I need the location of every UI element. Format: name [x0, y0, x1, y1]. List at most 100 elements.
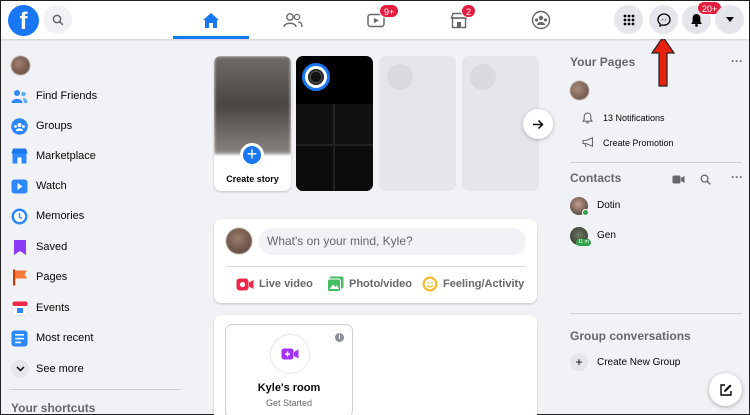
new-message-button[interactable] — [709, 373, 742, 406]
sidebar-item-events[interactable]: Events — [1, 293, 181, 323]
most-recent-icon — [11, 330, 28, 347]
sidebar-item-label: Memories — [36, 210, 85, 222]
sidebar-item-saved[interactable]: Saved — [1, 232, 181, 262]
sidebar-item-label: Events — [36, 302, 70, 314]
pages-icon — [11, 269, 28, 286]
search-icon[interactable] — [700, 174, 711, 185]
status-input[interactable]: What's on your mind, Kyle? — [259, 228, 526, 255]
sidebar-item-watch[interactable]: Watch — [1, 171, 181, 201]
profile-avatar[interactable] — [11, 56, 30, 75]
sidebar-item-label: Pages — [36, 271, 68, 283]
live-video-label: Live video — [259, 278, 313, 290]
video-call-icon[interactable] — [672, 175, 685, 184]
sidebar-item-label: Most recent — [36, 332, 94, 344]
create-story-card[interactable]: + Create story — [214, 56, 291, 191]
tab-home[interactable] — [173, 1, 249, 39]
create-promotion-link[interactable]: Create Promotion — [603, 138, 674, 148]
notifications-button[interactable]: 20+ — [682, 1, 723, 34]
tab-watch[interactable]: 9+ — [338, 1, 414, 39]
info-icon[interactable]: i — [335, 333, 344, 342]
sidebar-item-see-more[interactable]: See more — [1, 354, 181, 384]
live-video-button[interactable]: Live video — [236, 273, 313, 295]
sidebar-item-most-recent[interactable]: Most recent — [1, 323, 181, 353]
contact-item[interactable]: Dotin — [570, 194, 740, 218]
contact-name: Dotin — [597, 200, 621, 211]
create-story-label: Create story — [226, 174, 279, 184]
messenger-icon — [656, 12, 671, 27]
search-icon — [52, 14, 63, 25]
saved-icon — [11, 239, 28, 256]
shortcuts-heading: Your shortcuts — [11, 401, 96, 415]
contacts-more-icon[interactable]: ··· — [731, 170, 743, 184]
room-card[interactable]: i Kyle's room Get Started — [225, 324, 353, 415]
create-new-group-label: Create New Group — [597, 356, 681, 368]
sidebar-item-groups[interactable]: Groups — [1, 111, 181, 141]
annotation-arrow-icon — [651, 36, 675, 87]
messenger-button[interactable] — [649, 5, 678, 34]
avatar[interactable] — [226, 228, 252, 254]
bell-icon — [582, 112, 593, 124]
room-title: Kyle's room — [257, 382, 321, 394]
groups-icon — [11, 117, 28, 135]
sidebar-item-marketplace[interactable]: Marketplace — [1, 141, 181, 171]
placeholder-avatar — [387, 64, 413, 90]
caret-down-icon — [725, 17, 734, 22]
events-icon — [11, 300, 28, 317]
room-subtitle: Get Started — [265, 398, 313, 408]
pages-notifications-link[interactable]: 13 Notifications — [603, 113, 665, 123]
right-divider — [570, 313, 742, 314]
page-avatar[interactable] — [570, 81, 589, 100]
post-composer: What's on your mind, Kyle? Live video Ph… — [214, 219, 537, 303]
photo-video-icon — [327, 276, 344, 292]
marketplace-icon — [11, 148, 28, 165]
marketplace-badge: 2 — [461, 4, 477, 18]
contact-item[interactable]: 11 m Gen — [570, 224, 740, 248]
stories-next-button[interactable] — [523, 109, 553, 139]
tab-groups[interactable] — [503, 1, 579, 39]
group-conversations-heading: Group conversations — [570, 329, 691, 343]
sidebar-item-pages[interactable]: Pages — [1, 262, 181, 292]
story-card[interactable] — [296, 56, 373, 191]
composer-divider — [226, 266, 526, 267]
compose-icon — [719, 383, 732, 396]
contacts-heading: Contacts — [570, 171, 622, 185]
friends-icon — [283, 13, 303, 28]
search-button[interactable] — [43, 5, 72, 34]
right-divider — [570, 162, 742, 163]
find-friends-icon — [11, 88, 28, 105]
photo-video-button[interactable]: Photo/video — [327, 273, 412, 295]
sidebar-item-label: Groups — [36, 120, 73, 132]
facebook-logo[interactable]: f — [8, 5, 39, 36]
sidebar-item-label: Watch — [36, 180, 67, 192]
sidebar-item-label: Saved — [36, 241, 68, 253]
sidebar-item-find-friends[interactable]: Find Friends — [1, 81, 181, 111]
contact-name: Gen — [597, 230, 616, 241]
pages-more-icon[interactable]: ··· — [731, 54, 743, 68]
top-navigation-bar: f 9+ 2 20+ — [1, 1, 749, 39]
create-new-group-button[interactable]: + Create New Group — [570, 349, 740, 375]
feeling-icon — [422, 276, 438, 292]
placeholder-avatar — [470, 64, 496, 90]
online-status-dot — [582, 209, 589, 216]
sidebar-item-label: Find Friends — [36, 90, 98, 102]
groups-icon — [531, 10, 551, 30]
megaphone-icon — [582, 137, 595, 148]
chevron-down-icon — [11, 360, 29, 378]
menu-button[interactable] — [614, 5, 643, 34]
account-button[interactable] — [715, 5, 744, 34]
sidebar-item-label: Marketplace — [36, 150, 96, 162]
feeling-activity-label: Feeling/Activity — [443, 278, 525, 290]
tab-friends[interactable] — [255, 1, 331, 39]
sidebar-item-memories[interactable]: Memories — [1, 201, 181, 231]
tab-marketplace[interactable]: 2 — [421, 1, 497, 39]
story-placeholder — [379, 56, 456, 191]
sidebar-item-label: See more — [36, 363, 84, 375]
sidebar-divider — [9, 389, 181, 390]
plus-icon: + — [570, 353, 588, 371]
feeling-activity-button[interactable]: Feeling/Activity — [422, 273, 524, 295]
grid-menu-icon — [623, 14, 634, 25]
story-profile-photo — [214, 56, 291, 154]
your-pages-heading: Your Pages — [570, 55, 636, 69]
story-preview — [296, 104, 373, 191]
home-icon — [203, 12, 219, 28]
